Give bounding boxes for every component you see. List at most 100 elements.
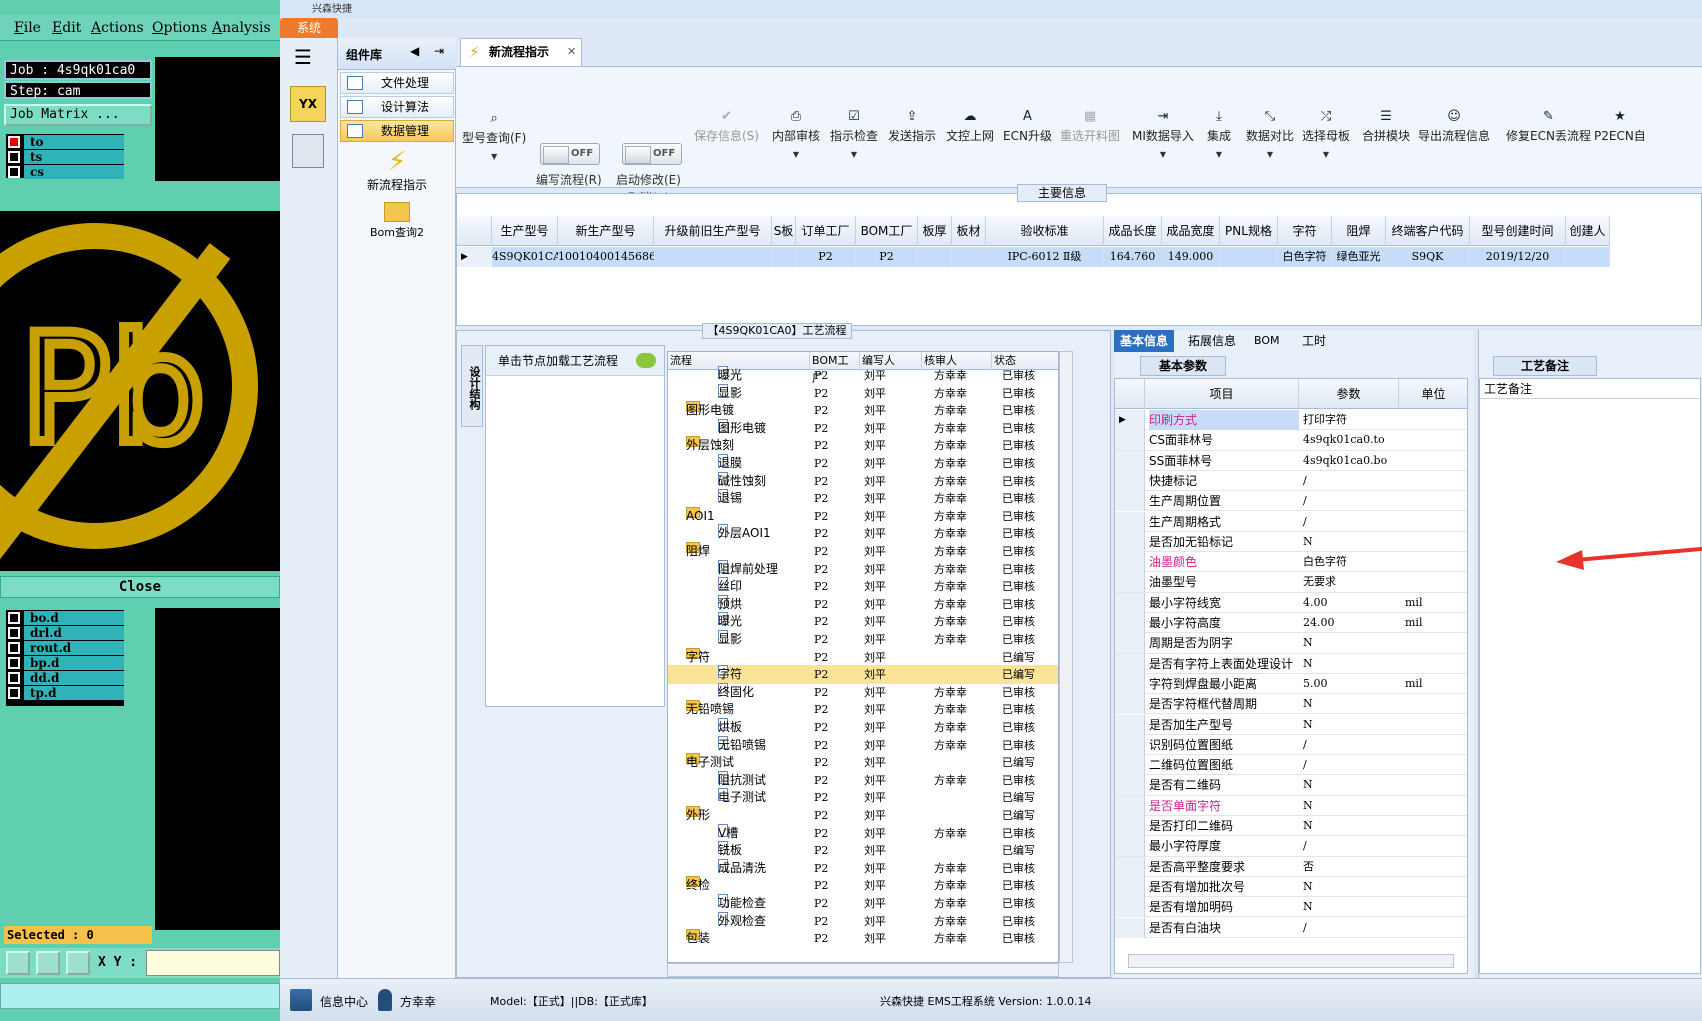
main-info-cell[interactable] — [952, 247, 986, 267]
tree-row[interactable]: 外层AOI1 P2 刘平 方幸幸 已审核 — [668, 524, 1058, 543]
p2ecn-button[interactable]: ★ P2ECN自 — [1594, 109, 1646, 144]
param-value[interactable]: N — [1303, 816, 1313, 836]
layer-checkbox[interactable] — [8, 641, 20, 654]
param-row[interactable]: 是否单面字符 N — [1115, 795, 1467, 816]
tree-row[interactable]: 退锡 P2 刘平 方幸幸 已审核 — [668, 489, 1058, 508]
tree-horizontal-scrollbar[interactable] — [667, 963, 1059, 977]
param-value[interactable]: / — [1303, 755, 1307, 775]
layer-checkbox[interactable] — [8, 671, 20, 684]
param-value[interactable]: N — [1303, 897, 1313, 917]
main-info-cell[interactable]: 10010400145686 — [558, 247, 656, 267]
basic-params-grid[interactable]: 项目 参数 单位 ▶ 印刷方式 打印字符 CS面菲林号 4s9qk01ca0.to SS面… — [1114, 378, 1468, 974]
param-value[interactable]: / — [1303, 491, 1307, 511]
tree-row[interactable]: 无铅喷锡 P2 刘平 方幸幸 已审核 — [668, 735, 1058, 755]
param-row[interactable]: 油墨型号 无要求 — [1115, 572, 1467, 593]
job-matrix-button[interactable]: Job Matrix ... — [4, 104, 152, 126]
param-value[interactable]: N — [1303, 633, 1313, 653]
param-row[interactable]: 是否有增加明码 N — [1115, 897, 1467, 918]
main-info-cell[interactable]: 白色字符 — [1278, 247, 1332, 267]
param-value[interactable]: / — [1303, 512, 1307, 532]
tab-new-process[interactable]: ⚡ 新流程指示 ✕ — [460, 38, 582, 66]
tree-row[interactable]: 图形电镀 P2 刘平 方幸幸 已审核 — [668, 418, 1058, 438]
select-mother-board-button[interactable]: ⤮ 选择母板 ▼ — [1302, 109, 1350, 159]
menu-edit[interactable]: Edit — [52, 20, 81, 36]
repair-ecn-button[interactable]: ✎ 修复ECN丢流程 — [1506, 109, 1591, 144]
process-tree[interactable]: 流程BOM工厂编写人核审人状态曝光P2刘平方幸幸已审核显影P2刘平方幸幸已审核−… — [667, 351, 1059, 963]
main-info-cell[interactable]: 164.760 — [1104, 247, 1162, 267]
merge-module-button[interactable]: ☰ 合拼模块 — [1362, 109, 1410, 144]
layer-row[interactable]: to — [6, 134, 124, 149]
start-modify-toggle[interactable]: OFF — [622, 143, 682, 165]
layer-row[interactable]: dd.d — [6, 670, 124, 685]
param-row[interactable]: 最小字符线宽 4.00 mil — [1115, 592, 1467, 613]
param-value[interactable]: / — [1303, 918, 1307, 938]
param-row[interactable]: 最小字符高度 24.00 mil — [1115, 613, 1467, 634]
layer-checkbox[interactable] — [8, 150, 20, 163]
main-info-cell[interactable]: 4S9QK01CA0 — [492, 247, 568, 267]
collapse-left-icon[interactable]: ◀ — [410, 44, 419, 58]
layer-row[interactable]: drl.d — [6, 625, 124, 640]
tree-row[interactable]: V槽 P2 刘平 方幸幸 已审核 — [668, 823, 1058, 843]
send-instruction-button[interactable]: ⇪ 发送指示 — [888, 109, 936, 144]
param-value[interactable]: N — [1303, 532, 1313, 552]
library-item-data[interactable]: 数据管理 — [340, 120, 454, 142]
tree-row[interactable]: −终检P2刘平方幸幸已审核 — [668, 876, 1058, 895]
measure-tool-icon[interactable] — [36, 951, 60, 975]
menu-actions[interactable]: Actions — [91, 20, 144, 36]
param-value[interactable]: N — [1303, 694, 1313, 714]
close-tab-icon[interactable]: ✕ — [567, 39, 576, 65]
param-row[interactable]: 是否有白油块 / — [1115, 917, 1467, 938]
tree-row[interactable]: 曝光 P2 刘平 方幸幸 已审核 — [668, 366, 1058, 385]
tree-row[interactable]: 外观检查 P2 刘平 方幸幸 已审核 — [668, 911, 1058, 931]
layer-row[interactable]: ts — [6, 149, 124, 164]
main-info-cell[interactable]: P2 — [856, 247, 918, 267]
param-row[interactable]: 是否打印二维码 N — [1115, 816, 1467, 837]
system-tab[interactable]: 系统 — [280, 18, 338, 38]
craft-notes-body[interactable]: 工艺备注 — [1479, 378, 1701, 974]
param-value[interactable]: 白色字符 — [1303, 552, 1347, 572]
tree-row[interactable]: −字符P2刘平已编写 — [668, 647, 1058, 667]
tree-row[interactable]: 铣板 P2 刘平 已编写 — [668, 841, 1058, 860]
param-row[interactable]: SS面菲林号 4s9qk01ca0.bo — [1115, 450, 1467, 471]
layer-row[interactable]: bo.d — [6, 610, 124, 625]
param-row[interactable]: 生产周期格式 / — [1115, 511, 1467, 532]
data-compare-button[interactable]: ⤡ 数据对比 ▼ — [1246, 109, 1294, 159]
param-value[interactable]: N — [1303, 775, 1313, 795]
graphic-canvas[interactable]: Pb — [0, 211, 280, 571]
param-row[interactable]: CS面菲林号 4s9qk01ca0.to — [1115, 430, 1467, 451]
param-value[interactable]: 打印字符 — [1303, 410, 1347, 430]
layer-checkbox[interactable] — [8, 686, 20, 699]
menu-options[interactable]: Options — [152, 20, 207, 36]
tree-row[interactable]: 显影 P2 刘平 方幸幸 已审核 — [668, 630, 1058, 649]
param-row[interactable]: 生产周期位置 / — [1115, 491, 1467, 512]
write-process-toggle[interactable]: OFF — [540, 143, 600, 165]
main-info-cell[interactable]: 2019/12/20 — [1470, 247, 1566, 267]
main-info-cell[interactable] — [1566, 247, 1610, 267]
tab-design-structure[interactable]: 设计结构 — [461, 345, 483, 427]
tree-row[interactable]: 功能检查 P2 刘平 方幸幸 已审核 — [668, 894, 1058, 913]
layer-row[interactable]: rout.d — [6, 640, 124, 655]
param-value[interactable]: 4.00 — [1303, 593, 1328, 613]
param-value[interactable]: N — [1303, 654, 1313, 674]
param-value[interactable]: 4s9qk01ca0.to — [1303, 430, 1385, 450]
param-value[interactable]: N — [1303, 796, 1313, 816]
calculator-icon[interactable] — [292, 134, 324, 168]
layer-checkbox[interactable] — [8, 165, 20, 178]
param-row[interactable]: 是否高平整度要求 否 — [1115, 856, 1467, 877]
tree-row[interactable]: −外层蚀刻P2刘平方幸幸已审核 — [668, 436, 1058, 455]
tree-row[interactable]: −AOI1P2刘平方幸幸已审核 — [668, 506, 1058, 526]
library-item-file[interactable]: 文件处理 — [340, 72, 454, 94]
query-model-button[interactable]: ⌕ 型号查询(F) ▼ — [462, 111, 526, 161]
tree-row[interactable]: 预烘 P2 刘平 方幸幸 已审核 — [668, 594, 1058, 614]
reselect-cutting-button[interactable]: ▦ 重选开料图 — [1060, 109, 1120, 144]
main-info-cell[interactable] — [654, 247, 772, 267]
tree-row[interactable]: 烘板 P2 刘平 方幸幸 已审核 — [668, 718, 1058, 737]
grid-horizontal-scrollbar[interactable] — [1128, 954, 1454, 968]
tree-row[interactable]: 电子测试 P2 刘平 已编写 — [668, 788, 1058, 807]
tree-row[interactable]: −无铅喷锡P2刘平方幸幸已审核 — [668, 700, 1058, 719]
param-row[interactable]: 识别码位置图纸 / — [1115, 734, 1467, 756]
param-value[interactable]: 5.00 — [1303, 674, 1328, 694]
tree-row[interactable]: −阻焊P2刘平方幸幸已审核 — [668, 542, 1058, 561]
tree-row[interactable]: 终固化 P2 刘平 方幸幸 已审核 — [668, 682, 1058, 702]
layer-checkbox[interactable] — [8, 135, 20, 148]
